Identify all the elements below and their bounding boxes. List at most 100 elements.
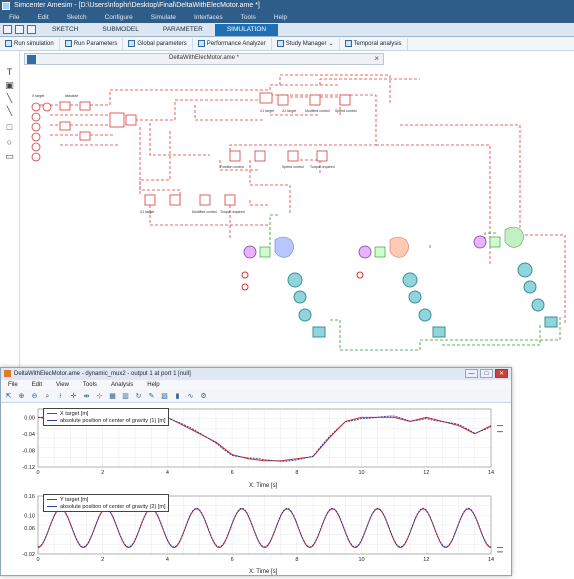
tab-simulation[interactable]: SIMULATION (214, 24, 279, 36)
y-tick-label: -0.02 (22, 552, 35, 558)
open-folder-icon[interactable] (15, 25, 24, 34)
new-file-icon[interactable] (3, 25, 12, 34)
close-icon[interactable]: × (374, 54, 379, 63)
sketch-title: DeltaWithElecMotor.ame * (168, 55, 240, 61)
legend-label: absolute position of center of gravity (… (60, 417, 166, 424)
line-tool-icon[interactable]: ╲ (5, 94, 14, 103)
temporal-analysis-button[interactable]: Temporal analysis (340, 37, 408, 50)
x-tick-label: 2 (101, 557, 104, 563)
bar-chart-icon[interactable]: ▮ (173, 392, 182, 401)
x-tick-label: 6 (231, 557, 234, 563)
zoom-in-icon[interactable]: ⊕ (17, 392, 26, 401)
run-simulation-label: Run simulation (14, 40, 54, 47)
label-x-target: X target (32, 94, 44, 98)
run-parameters-button[interactable]: Run Parameters (60, 37, 124, 50)
minimize-button[interactable]: — (465, 369, 478, 378)
menu-configure[interactable]: Configure (96, 12, 142, 23)
polygon-tool-icon[interactable]: ▭ (5, 152, 14, 161)
global-parameters-button[interactable]: Global parameters (123, 37, 193, 50)
curve-icon[interactable]: ∿ (186, 392, 195, 401)
zoom-fit-icon[interactable]: ⌕ (43, 392, 52, 401)
tab-parameter[interactable]: PARAMETER (151, 24, 215, 36)
pointer-icon[interactable]: ⇱ (4, 392, 13, 401)
cursor-icon[interactable]: ⍿ (56, 392, 65, 401)
plot-menu-view[interactable]: View (49, 380, 76, 390)
image-icon[interactable]: ▨ (160, 392, 169, 401)
study-manager-button[interactable]: Study Manager ⌄ (272, 37, 340, 50)
plot-menu-tools[interactable]: Tools (76, 380, 104, 390)
x-tick-label: 12 (423, 557, 429, 563)
y-tick-label: -0.08 (22, 448, 35, 454)
performance-analyzer-button[interactable]: Performance Analyzer (193, 37, 272, 50)
arrow-tool-icon[interactable]: ╲ (5, 107, 14, 116)
parameters-icon (64, 40, 72, 47)
y-tick-label: 0.00 (24, 415, 35, 421)
legend-swatch-blue (47, 419, 57, 422)
double-cursor-icon[interactable]: ⇹ (82, 392, 91, 401)
label-torque-required-1: Torque required (310, 165, 335, 169)
amesim-logo-icon (2, 2, 10, 10)
x-tick-label: 6 (231, 470, 234, 476)
rectangle-tool-icon[interactable]: □ (5, 123, 14, 132)
global-params-icon (128, 40, 136, 47)
label-modified-control-2: Modified control (192, 210, 217, 214)
label-x2-target: X2 target (282, 109, 296, 113)
chevron-down-icon: ⌄ (328, 41, 334, 47)
layout-icon[interactable]: ▥ (121, 392, 130, 401)
app-title: Simcenter Amesim - [D:\Users\nfophr\Desk… (14, 2, 260, 9)
menu-file[interactable]: File (0, 12, 28, 23)
marker-icon[interactable]: ⊹ (95, 392, 104, 401)
label-absolute: absolute (65, 94, 78, 98)
pin-icon[interactable]: ✎ (147, 392, 156, 401)
plot-1[interactable]: 0 2 4 6 8 10 12 14 0.00 -0.04 -0.08 -0.12 X target … (1, 404, 511, 489)
label-x1-target-2: X1 target (140, 210, 154, 214)
motor-group-2 (356, 236, 446, 338)
close-button[interactable]: ✕ (495, 369, 508, 378)
mode-bar: SKETCH SUBMODEL PARAMETER SIMULATION (0, 23, 574, 37)
drawing-palette: T ▣ ╲ ╲ □ ○ ▭ (0, 51, 20, 371)
plot-menu-edit[interactable]: Edit (25, 380, 49, 390)
plot-2-legend-row-1: Y target [m] (47, 496, 165, 503)
sketch-canvas[interactable]: X target absolute X1 target X2 target Mo… (20, 65, 574, 370)
tab-submodel[interactable]: SUBMODEL (90, 24, 150, 36)
save-icon[interactable] (27, 25, 36, 34)
x-tick-label: 14 (488, 557, 494, 563)
label-torque-required-2: Torque required (220, 210, 245, 214)
x-tick-label: 2 (101, 470, 104, 476)
menu-tools[interactable]: Tools (232, 12, 265, 23)
menu-edit[interactable]: Edit (28, 12, 57, 23)
image-tool-icon[interactable]: ▣ (5, 81, 14, 90)
run-parameters-label: Run Parameters (73, 40, 118, 47)
zoom-out-icon[interactable]: ⊖ (30, 392, 39, 401)
menu-help[interactable]: Help (265, 12, 296, 23)
maximize-button[interactable]: □ (480, 369, 493, 378)
x-tick-label: 0 (36, 557, 39, 563)
menu-simulate[interactable]: Simulate (142, 12, 185, 23)
legend-swatch-red (47, 412, 57, 415)
settings-icon[interactable]: ⚙ (199, 392, 208, 401)
label-x1-target: X1 target (260, 109, 274, 113)
quick-access (3, 25, 36, 34)
x-tick-label: 12 (423, 470, 429, 476)
plot-menu-bar: File Edit View Tools Analysis Help (1, 380, 511, 390)
motor-group-1 (241, 236, 326, 338)
plot-menu-help[interactable]: Help (140, 380, 166, 390)
plot-menu-file[interactable]: File (1, 380, 25, 390)
ellipse-tool-icon[interactable]: ○ (5, 138, 14, 147)
table-icon[interactable]: ▦ (108, 392, 117, 401)
plot-1-legend-row-2: absolute position of center of gravity (… (47, 417, 165, 424)
tab-sketch[interactable]: SKETCH (40, 24, 90, 36)
menu-interfaces[interactable]: Interfaces (185, 12, 232, 23)
plot-window: DeltaWithElecMotor.ame - dynamic_mux2 - … (0, 367, 512, 576)
plot-menu-analysis[interactable]: Analysis (104, 380, 140, 390)
label-modified-control-1: Modified control (305, 109, 330, 113)
main-menu-bar: File Edit Sketch Configure Simulate Inte… (0, 12, 574, 23)
text-tool-icon[interactable]: T (5, 68, 14, 77)
run-simulation-button[interactable]: Run simulation (0, 37, 60, 50)
refresh-icon[interactable]: ↻ (134, 392, 143, 401)
y-tick-label: 0.10 (24, 513, 35, 519)
cross-cursor-icon[interactable]: ✛ (69, 392, 78, 401)
legend-swatch-red (47, 498, 57, 501)
menu-sketch[interactable]: Sketch (58, 12, 96, 23)
plot-2[interactable]: 0 2 4 6 8 10 12 14 0.16 0.10 0.06 -0.02 Y target [m… (1, 491, 511, 577)
